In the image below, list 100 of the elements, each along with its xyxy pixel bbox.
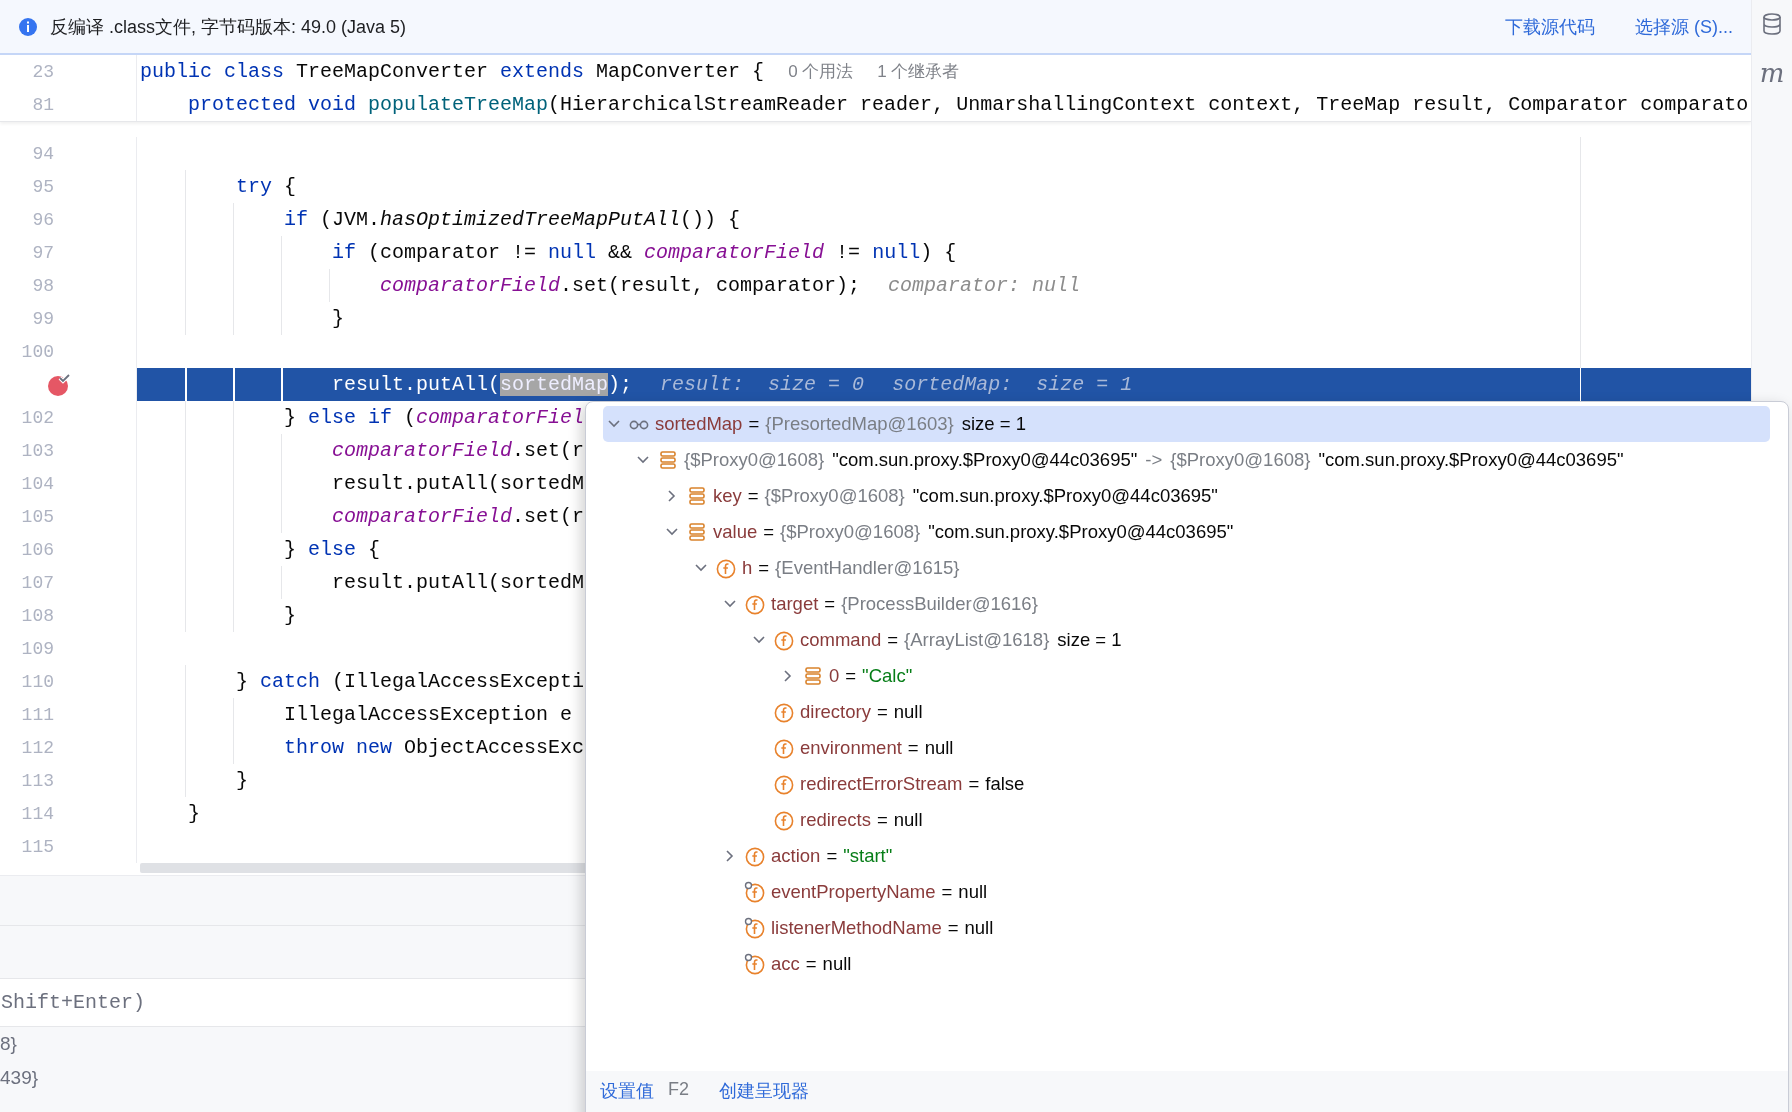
tree-row[interactable]: redirects = null [603,802,1770,838]
object-type: {$Proxy0@1608} [1170,449,1311,471]
line-number: 81 [32,94,54,115]
expression-field[interactable]: Shift+Enter) [0,979,586,1027]
usage-hint[interactable]: 1 个继承者 [877,60,960,83]
tree-row[interactable]: action = "start" [603,838,1770,874]
tree-row[interactable]: {$Proxy0@1608} "com.sun.proxy.$Proxy0@44c03695" -> {$Proxy0@1608} "com.sun.proxy.$Proxy0@44c03695" [603,442,1770,478]
banner-link[interactable]: 选择源 (S)... [1635,14,1733,39]
tree-row[interactable]: sortedMap = {PresortedMap@1603} size = 1 [603,406,1770,442]
variable-value: null [893,701,923,723]
tree-row[interactable]: environment = null [603,730,1770,766]
field-icon [744,953,766,975]
usage-hint[interactable]: 0 个用法 [788,60,854,83]
code-text: (JVM. [319,208,381,231]
code-text: TreeMapConverter [295,60,490,83]
equals-sign: = [758,557,770,579]
code-text: } [284,406,297,429]
variable-name: 0 [829,665,840,687]
breakpoint-icon[interactable] [46,371,72,398]
line-number: 105 [21,506,54,527]
code-text: (HierarchicalStreamReader reader, UnmarshallingContext context, TreeMap result, Comparator comparato [548,93,1749,116]
line-number: 94 [32,143,54,164]
code-text: result.putAll(sortedM [332,472,585,495]
popup-link[interactable]: 创建呈现器 [719,1079,809,1103]
variable-name: eventPropertyName [771,881,936,903]
line-number: 104 [21,473,54,494]
line-number: 96 [32,209,54,230]
tool-window-button[interactable]: m [1759,58,1785,88]
field-icon [773,737,795,759]
code-text: result.putAll( [332,373,501,396]
method-name: populateTreeMap [368,93,549,116]
tree-row[interactable]: redirectErrorStream = false [603,766,1770,802]
variable-name: redirectErrorStream [800,773,963,795]
field-name: comparatorField [332,505,513,528]
variable-name: target [771,593,819,615]
inline-hint: result: size = 0 [660,373,865,396]
banner-link[interactable]: 下载源代码 [1505,14,1595,39]
tree-row[interactable]: directory = null [603,694,1770,730]
field-icon [773,701,795,723]
tree-row[interactable]: h = {EventHandler@1615} [603,550,1770,586]
variable-value: size = 1 [961,413,1026,435]
string-value: "start" [843,845,893,867]
tree-row[interactable]: acc = null [603,946,1770,982]
line-number: 95 [32,176,54,197]
equals-sign: = [826,845,838,867]
shortcut-hint: F2 [668,1079,689,1100]
field-icon [744,593,766,615]
variable-name: h [742,557,753,579]
field-name: comparatorFiel [416,406,585,429]
code-text: } [188,802,200,825]
object-type: {$Proxy0@1608} [764,485,905,507]
field-icon [744,845,766,867]
variable-name: value [713,521,758,543]
code-text: ) { [920,241,957,264]
code-text: } [236,670,249,693]
line-number: 106 [21,539,54,560]
tree-row[interactable]: command = {ArrayList@1618} size = 1 [603,622,1770,658]
line-number: 102 [21,407,54,428]
code-text: } [284,538,297,561]
code-text: IllegalAccessException e [284,703,573,726]
popup-link[interactable]: 设置值 [600,1079,654,1103]
tree-row[interactable]: value = {$Proxy0@1608} "com.sun.proxy.$Proxy0@44c03695" [603,514,1770,550]
keyword: public class [140,60,285,83]
code-text: } [332,307,344,330]
field-name: comparatorField [332,439,513,462]
database-icon[interactable] [1761,12,1783,36]
code-text: .set(r [512,439,585,462]
tree-row[interactable]: target = {ProcessBuilder@1616} [603,586,1770,622]
field-icon [773,809,795,831]
stack-icon [802,665,824,687]
code-text: (IllegalAccessExcepti [331,670,585,693]
object-type: {$Proxy0@1608} [780,521,921,543]
equals-sign: = [941,881,953,903]
keyword: null [548,241,597,264]
tree-row[interactable]: key = {$Proxy0@1608} "com.sun.proxy.$Proxy0@44c03695" [603,478,1770,514]
line-number: 110 [21,671,54,692]
variable-value: null [822,953,852,975]
inline-hint: sortedMap: size = 1 [892,373,1133,396]
field-icon [744,881,766,903]
line-number: 98 [32,275,54,296]
tree-row[interactable]: listenerMethodName = null [603,910,1770,946]
field-icon [773,629,795,651]
inline-hint: comparator: null [888,274,1081,297]
equals-sign: = [887,629,899,651]
tree-row[interactable]: eventPropertyName = null [603,874,1770,910]
variable-name: action [771,845,821,867]
code-text: MapConverter { [595,60,765,83]
stack-icon [686,485,708,507]
code-text: } [284,604,296,627]
variable-text: 8} [0,1032,17,1056]
equals-sign: = [845,665,857,687]
code-text: ()) { [680,208,741,231]
tree-row[interactable]: 0 = "Calc" [603,658,1770,694]
keyword: else if [308,406,393,429]
variable-name: environment [800,737,902,759]
code-text: ); [608,373,633,396]
variable-name: sortedMap [655,413,743,435]
object-type: {ArrayList@1618} [904,629,1050,651]
keyword: catch [260,670,321,693]
equals-sign: = [968,773,980,795]
